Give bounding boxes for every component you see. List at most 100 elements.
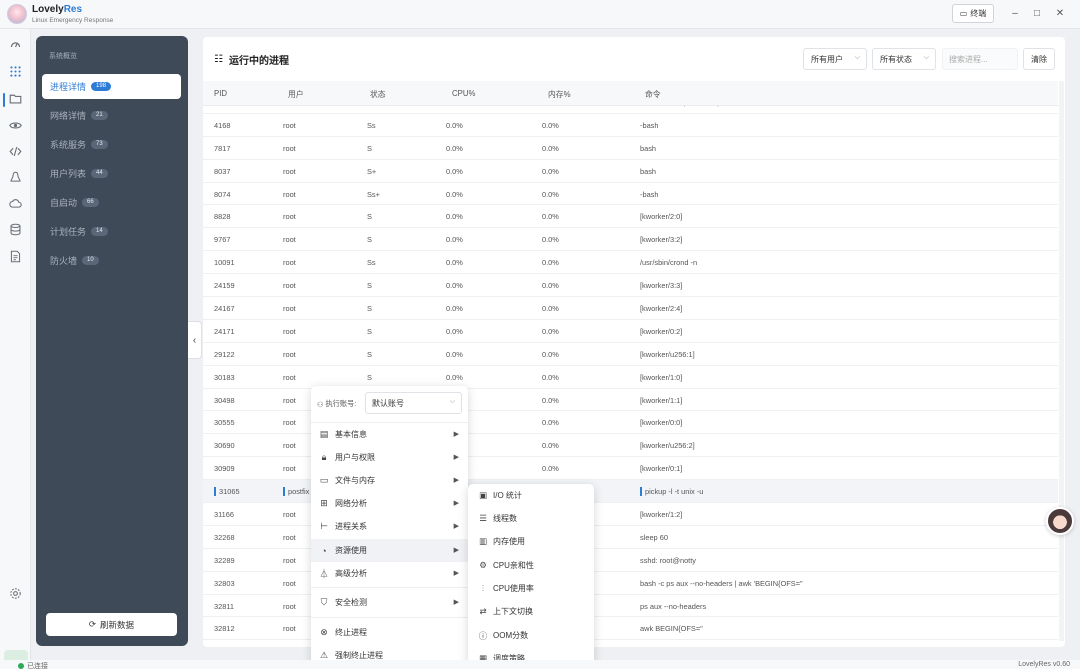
minimize-icon[interactable]: – (1008, 7, 1022, 21)
menu-item-network-analysis[interactable]: ⊞ 网络分析 ▶ (311, 492, 468, 515)
table-row[interactable]: 9767 root S 0.0% 0.0% [kworker/3:2] (203, 228, 1058, 252)
table-row[interactable]: 8037 root S+ 0.0% 0.0% bash (203, 160, 1058, 183)
panel-header: ☷ 运行中的进程 (214, 52, 289, 67)
code-icon[interactable] (8, 144, 23, 159)
table-row[interactable]: 8828 root S 0.0% 0.0% [kworker/2:0] (203, 205, 1058, 229)
close-icon[interactable]: ✕ (1053, 7, 1067, 21)
table-row[interactable]: 7817 root S 0.0% 0.0% bash (203, 137, 1058, 160)
sidebar-item-network[interactable]: 网络详情 21 (42, 103, 181, 128)
menu-item-process-relations[interactable]: ⊢ 进程关系 ▶ (311, 515, 468, 538)
table-row[interactable]: 24171 root S 0.0% 0.0% [kworker/0:2] (203, 320, 1058, 343)
submenu-item-context-switch[interactable]: ⇄ 上下文切换 (468, 600, 594, 623)
cell-user: root (283, 166, 296, 176)
submenu-item-threads[interactable]: ☰ 线程数 (468, 507, 594, 530)
cell-mem: 0.0% (542, 395, 559, 405)
refresh-label: 刷新数据 (100, 619, 135, 630)
cell-pid: 8074 (214, 189, 231, 199)
document-icon[interactable] (8, 249, 23, 264)
linux-icon[interactable] (8, 170, 23, 185)
column-header-command[interactable]: 命令 (645, 89, 661, 100)
cell-pid: 8828 (214, 212, 231, 222)
sidebar: 系统概览 进程详情 198 网络详情 21 系统服务 73 用户列表 44 自启动 66 … (36, 36, 188, 646)
table-scrollbar[interactable] (1059, 81, 1064, 641)
cell-pid: 24159 (214, 281, 235, 291)
database-icon[interactable] (8, 222, 23, 237)
submenu-item-label: 内存使用 (493, 537, 525, 546)
submenu-item-io-stats[interactable]: ▣ I/O 统计 (468, 484, 594, 507)
submenu-item-cpu-usage[interactable]: ⫶ CPU使用率 (468, 577, 594, 600)
cloud-icon[interactable] (8, 196, 23, 211)
count-badge: 14 (91, 227, 108, 236)
terminal-icon: ▭ (959, 9, 968, 18)
cell-pid: 30909 (214, 464, 235, 474)
folder-icon[interactable] (8, 91, 23, 106)
refresh-button[interactable]: ⟳ 刷新数据 (46, 613, 177, 636)
cell-mem: 0.0% (542, 120, 559, 130)
user-filter-select[interactable]: 所有用户 ⌵ (803, 48, 867, 70)
table-row[interactable]: 10091 root Ss 0.0% 0.0% /usr/sbin/crond -n (203, 251, 1058, 275)
menu-item-kill-process[interactable]: ⊗ 终止进程 (311, 621, 468, 644)
sidebar-item-processes[interactable]: 进程详情 198 (42, 74, 181, 99)
submenu-item-label: I/O 统计 (493, 491, 522, 500)
sidebar-item-users[interactable]: 用户列表 44 (42, 161, 181, 186)
sidebar-item-label: 系统服务 (50, 140, 87, 150)
sidebar-item-autostart[interactable]: 自启动 66 (42, 190, 181, 215)
account-label: ⚇ 执行账号: (317, 399, 356, 409)
chevron-down-icon: ⌵ (854, 54, 860, 61)
table-row[interactable]: 24159 root S 0.0% 0.0% [kworker/3:3] (203, 274, 1058, 298)
cell-user: root (283, 120, 296, 130)
cell-user: root (283, 555, 296, 565)
column-header-state[interactable]: 状态 (370, 89, 386, 100)
cell-user: root (283, 532, 296, 542)
menu-item-user-permissions[interactable]: 🔒︎ 用户与权限 ▶ (311, 446, 468, 469)
cell-pid: 30498 (214, 395, 235, 405)
table-row[interactable]: 24167 root S 0.0% 0.0% [kworker/2:4] (203, 297, 1058, 320)
tree-icon: ⊢ (320, 521, 328, 531)
menu-item-security-check[interactable]: ⛉ 安全检测 ▶ (311, 591, 468, 614)
table-row[interactable]: 4168 root Ss 0.0% 0.0% -bash (203, 114, 1058, 137)
dashboard-icon[interactable] (8, 37, 23, 52)
account-select[interactable]: 默认账号 ⌵ (365, 392, 462, 414)
shield-icon: ⛉ (320, 597, 328, 607)
cell-pid: 32811 (214, 601, 235, 611)
collapse-sidebar-button[interactable]: ‹ (188, 321, 202, 359)
cell-user: root (283, 601, 296, 611)
submenu-item-memory[interactable]: ▥ 内存使用 (468, 530, 594, 553)
refresh-icon: ⟳ (88, 619, 97, 629)
app-name: LovelyRes (32, 4, 82, 15)
eye-icon[interactable] (8, 118, 23, 133)
sidebar-item-services[interactable]: 系统服务 73 (42, 132, 181, 157)
caret-right-icon: ▶ (453, 547, 459, 554)
column-header-mem[interactable]: 内存% (548, 89, 571, 100)
search-input[interactable] (942, 48, 1018, 70)
menu-item-basic-info[interactable]: ▤ 基本信息 ▶ (311, 423, 468, 446)
caret-right-icon: ▶ (453, 570, 459, 577)
table-row[interactable]: 8074 root Ss+ 0.0% 0.0% -bash (203, 183, 1058, 206)
state-filter-select[interactable]: 所有状态 ⌵ (872, 48, 936, 70)
menu-item-label: 高级分析 (335, 569, 367, 578)
table-row[interactable]: 29122 root S 0.0% 0.0% [kworker/u256:1] (203, 343, 1058, 366)
cell-cpu: 0.0% (446, 326, 463, 336)
settings-icon[interactable] (8, 586, 23, 601)
terminal-button[interactable]: ▭ 终端 (952, 4, 994, 23)
list-icon: ☷ (214, 54, 223, 65)
cell-pid: 24167 (214, 304, 235, 314)
clear-button[interactable]: 清除 (1023, 48, 1055, 70)
sidebar-item-firewall[interactable]: 防火墙 10 (42, 248, 181, 273)
maximize-icon[interactable]: □ (1030, 7, 1044, 21)
submenu-item-cpu-affinity[interactable]: ⚙ CPU亲和性 (468, 554, 594, 577)
column-header-pid[interactable]: PID (214, 89, 227, 98)
submenu-item-oom-score[interactable]: ⓘ OOM分数 (468, 624, 594, 647)
user-filter-value: 所有用户 (811, 54, 843, 64)
menu-item-resource-usage[interactable]: ◔ 资源使用 ▶ (311, 539, 468, 562)
cell-cpu: 0.0% (446, 349, 463, 359)
grid-icon[interactable] (8, 64, 23, 79)
sidebar-item-cron[interactable]: 计划任务 14 (42, 219, 181, 244)
column-header-user[interactable]: 用户 (288, 89, 304, 100)
assistant-avatar[interactable] (1046, 507, 1074, 535)
menu-item-advanced-analysis[interactable]: ⏃ 高级分析 ▶ (311, 562, 468, 585)
menu-item-file-memory[interactable]: ▭ 文件与内存 ▶ (311, 469, 468, 492)
column-header-cpu[interactable]: CPU% (452, 89, 475, 98)
cell-user: root (283, 395, 296, 405)
resource-usage-submenu: ▣ I/O 统计 ☰ 线程数 ▥ 内存使用 ⚙ CPU亲和性 ⫶ CPU使用率 ⇄ 上下文切… (468, 484, 594, 669)
